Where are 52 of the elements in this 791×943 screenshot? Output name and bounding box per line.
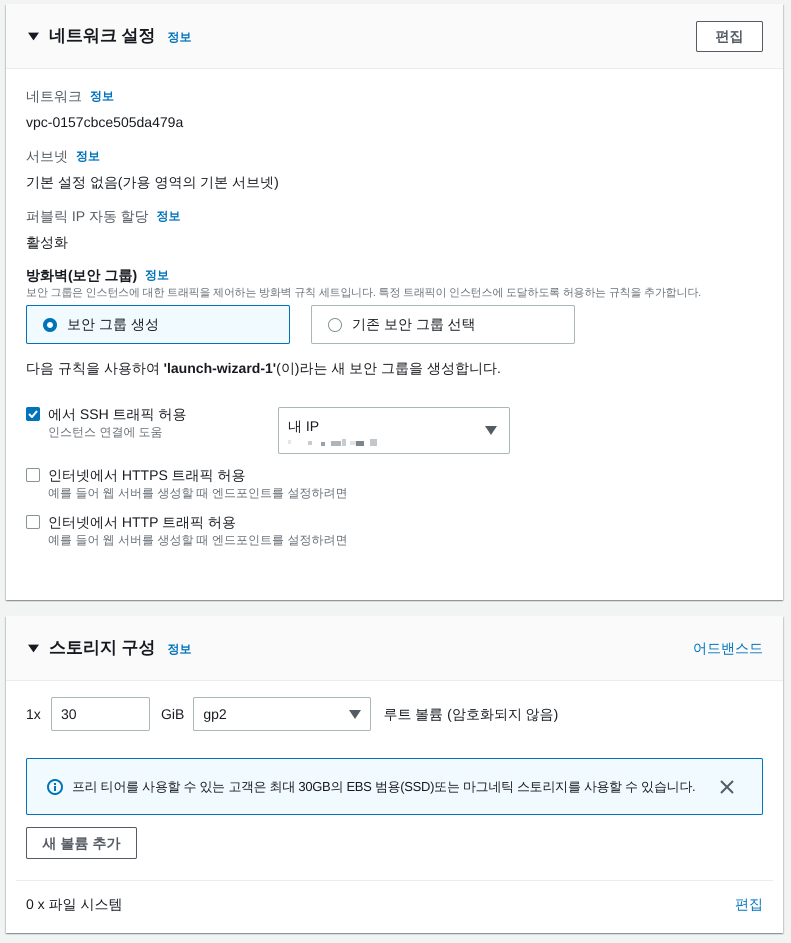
add-volume-button[interactable]: 새 볼륨 추가 [26, 827, 137, 859]
edit-button[interactable]: 편집 [696, 20, 763, 52]
caret-down-icon[interactable] [28, 642, 39, 654]
field-label: 방화벽(보안 그룹) [26, 266, 138, 285]
field-label: 네트워크 [26, 87, 82, 106]
volume-note: 루트 볼륨 (암호화되지 않음) [383, 704, 558, 724]
radio-button[interactable] [328, 318, 342, 332]
checkbox-label: 인터넷에서 HTTP 트래픽 허용 [48, 513, 236, 532]
edit-link[interactable]: 편집 [735, 894, 763, 914]
dropdown-value: 내 IP [288, 416, 320, 436]
radio-option-tile[interactable]: 보안 그룹 생성 [26, 305, 290, 344]
field-label: 서브넷 [26, 147, 68, 166]
alert-text: 프리 티어를 사용할 수 있는 고객은 최대 30GB의 EBS 범용(SSD)또는 마그네틱 스토리지를 사용할 수 있습니다. [72, 778, 696, 796]
info-link[interactable]: 정보 [168, 640, 192, 658]
caret-down-icon [349, 710, 362, 718]
field-label: 퍼블릭 IP 자동 할당 [26, 207, 149, 226]
checkbox-label: 에서 SSH 트래픽 허용 [48, 405, 186, 424]
section-title: 네트워크 설정 [49, 25, 156, 47]
info-icon [47, 778, 63, 794]
summary-text: 다음 규칙을 사용하여 'launch-wizard-1'(이)라는 새 보안 그룹을 생성합니다. [26, 359, 501, 378]
caret-down-icon [485, 426, 497, 435]
field-value: 활성화 [26, 233, 69, 252]
source-dropdown[interactable]: 내 IP [278, 407, 510, 454]
field-value: 기본 설정 없음(가용 영역의 기본 서브넷) [26, 173, 280, 192]
radio-option-tile[interactable]: 기존 보안 그룹 선택 [311, 305, 575, 344]
checkbox-hint: 인스턴스 연결에 도움 [48, 424, 163, 440]
checkbox[interactable] [26, 468, 40, 482]
info-link[interactable]: 정보 [76, 146, 100, 166]
size-unit: GiB [161, 704, 184, 724]
checkbox[interactable] [26, 515, 40, 529]
info-link[interactable]: 정보 [90, 86, 114, 106]
checkbox[interactable] [26, 407, 40, 421]
radio-label: 기존 보안 그룹 선택 [352, 315, 476, 334]
advanced-link[interactable]: 어드밴스드 [693, 638, 763, 658]
field-value: vpc-0157cbce505da479a [26, 113, 184, 132]
caret-down-icon[interactable] [28, 30, 39, 42]
size-input[interactable]: 30 [51, 697, 150, 731]
field-description: 보안 그룹은 인스턴스에 대한 트래픽을 제어하는 방화벽 규칙 세트입니다. 특정 트래픽이 인스턴스에 도달하도록 허용하는 규칙을 추가합니다. [26, 286, 701, 301]
info-link[interactable]: 정보 [168, 28, 192, 46]
volume-type-select[interactable]: gp2 [193, 697, 372, 731]
checkbox-label: 인터넷에서 HTTPS 트래픽 허용 [48, 466, 246, 485]
close-icon[interactable] [720, 780, 734, 794]
section-title: 스토리지 구성 [49, 637, 156, 659]
volume-count: 1x [26, 704, 42, 724]
checkbox-hint: 예를 들어 웹 서버를 생성할 때 엔드포인트를 설정하려면 [48, 532, 348, 548]
checkmark-icon [28, 410, 38, 418]
radio-button[interactable] [43, 318, 57, 332]
info-link[interactable]: 정보 [156, 206, 181, 226]
checkbox-hint: 예를 들어 웹 서버를 생성할 때 엔드포인트를 설정하려면 [48, 485, 348, 501]
file-system-summary: 0 x 파일 시스템 [26, 895, 122, 914]
info-link[interactable]: 정보 [145, 265, 170, 285]
radio-label: 보안 그룹 생성 [67, 315, 159, 334]
